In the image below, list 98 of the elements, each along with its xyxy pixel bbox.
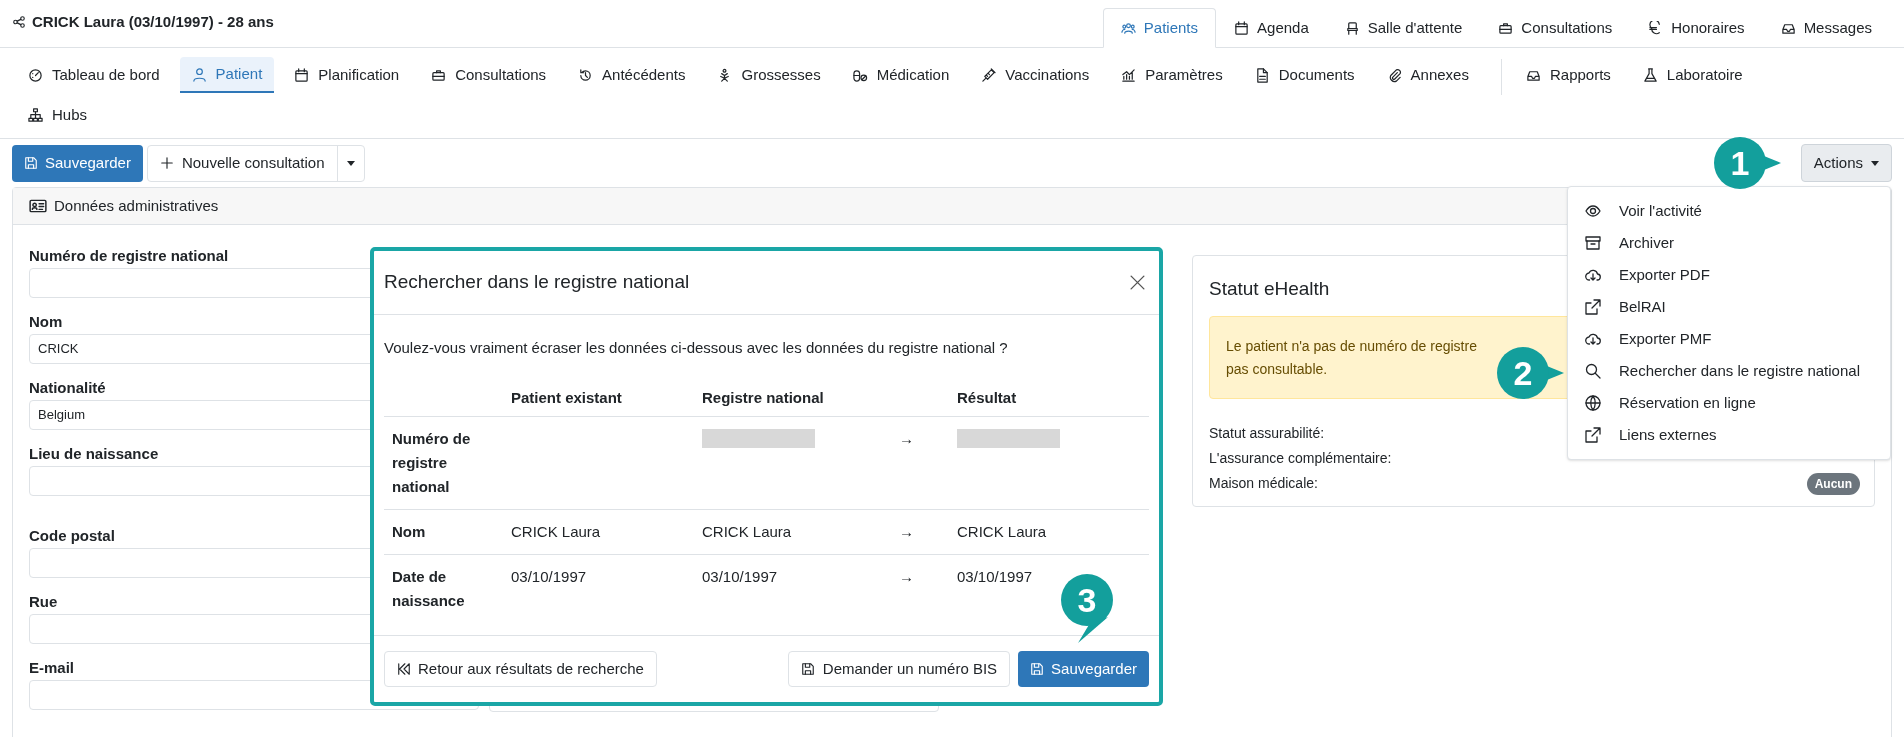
arrow-glyph: →: [899, 429, 914, 447]
card-title: Données administratives: [54, 195, 219, 216]
menu-item[interactable]: BelRAI: [1568, 291, 1890, 323]
save-button[interactable]: Sauvegarder: [12, 144, 143, 182]
column-header: Registre national: [702, 388, 825, 409]
field-label: Nationalité: [29, 378, 106, 398]
menu-item[interactable]: Voir l'activité: [1568, 195, 1890, 227]
modal-title: Rechercher dans le registre national: [384, 270, 690, 295]
table-cell: CRICK Laura: [957, 522, 1047, 540]
id-card-icon: [29, 197, 47, 215]
field-label: Lieu de naissance: [29, 444, 159, 464]
status-label: Statut assurabilité:: [1209, 424, 1325, 443]
main-tab[interactable]: Salle d'attente: [1326, 8, 1481, 48]
main-tab[interactable]: Messages: [1762, 8, 1890, 48]
patient-tab[interactable]: Tableau de bord: [16, 57, 172, 93]
save-icon: [800, 662, 815, 676]
actions-button[interactable]: Actions: [1800, 144, 1892, 182]
table-cell: CRICK Laura: [511, 522, 601, 540]
eye-icon: [1585, 203, 1601, 219]
status-badge: Aucun: [1806, 472, 1860, 495]
patient-tab[interactable]: Vaccinations: [969, 57, 1102, 93]
alert-text: pas consultable.: [1226, 360, 1328, 379]
close-icon: [1128, 274, 1146, 291]
menu-item[interactable]: Archiver: [1568, 227, 1890, 259]
calendar-icon: [294, 67, 310, 83]
plus-icon: [159, 156, 174, 170]
field-label: E-mail: [29, 658, 74, 678]
main-tab[interactable]: Consultations: [1480, 8, 1631, 48]
cloud-download-icon: [1585, 267, 1601, 283]
patient-tab[interactable]: Paramètres: [1109, 57, 1235, 93]
row-label: Date de naissance: [391, 566, 466, 611]
flask-icon: [1642, 67, 1658, 83]
document-icon: [1254, 67, 1270, 83]
chart-icon: [1121, 67, 1137, 83]
calendar-icon: [1234, 20, 1250, 36]
briefcase-icon: [1498, 20, 1514, 36]
field-label: Numéro de registre national: [29, 246, 229, 266]
person-icon: [191, 66, 207, 82]
table-cell: 03/10/1997: [957, 567, 1033, 585]
field-label: Nom: [29, 312, 63, 332]
patient-tab[interactable]: Consultations: [419, 57, 559, 93]
syringe-icon: [981, 67, 997, 83]
save-icon: [24, 156, 38, 170]
briefcase-icon: [431, 67, 447, 83]
menu-item[interactable]: Exporter PDF: [1568, 259, 1890, 291]
status-label: L'assurance complémentaire:: [1209, 449, 1392, 468]
status-label: Maison médicale:: [1209, 474, 1318, 493]
field-label: Rue: [29, 592, 58, 612]
save-icon: [1030, 662, 1045, 676]
search-icon: [1585, 363, 1601, 379]
column-header: Résultat: [957, 388, 1018, 409]
patient-tab[interactable]: Grossesses: [705, 57, 833, 93]
external-link-icon: [1585, 299, 1601, 315]
row-label: Nom: [391, 521, 427, 542]
globe-icon: [1585, 395, 1601, 411]
patient-tab[interactable]: Documents: [1242, 57, 1367, 93]
patient-tab[interactable]: Hubs: [16, 97, 100, 133]
arrow-glyph: →: [899, 522, 914, 540]
external-link-icon: [1585, 427, 1601, 443]
menu-item[interactable]: Exporter PMF: [1568, 323, 1890, 355]
rewind-icon: [397, 662, 411, 676]
chair-icon: [1344, 20, 1360, 36]
hierarchy-icon: [28, 107, 43, 123]
table-cell: CRICK Laura: [702, 522, 792, 540]
caret-icon: [1871, 160, 1879, 166]
menu-item[interactable]: Liens externes: [1568, 419, 1890, 451]
back-button[interactable]: Retour aux résultats de recherche: [384, 651, 657, 687]
pill-icon: [852, 67, 868, 83]
caret-icon: [346, 160, 355, 166]
users-icon: [1120, 20, 1136, 36]
patient-tab[interactable]: Médication: [840, 57, 962, 93]
patient-tab[interactable]: Annexes: [1374, 57, 1481, 93]
column-header: Patient existant: [511, 388, 623, 409]
history-icon: [578, 67, 594, 83]
archive-icon: [1585, 235, 1601, 251]
patient-tab[interactable]: Laboratoire: [1630, 57, 1755, 93]
alert-text: Le patient n'a pas de numéro de registre: [1226, 337, 1477, 356]
row-label: Numéro de registre national: [391, 428, 472, 497]
modal-save-button[interactable]: Sauvegarder: [1018, 651, 1149, 687]
bis-button[interactable]: Demander un numéro BIS: [787, 651, 1011, 687]
patient-title: CRICK Laura (03/10/1997) - 28 ans: [32, 11, 274, 32]
share-icon: [12, 15, 26, 29]
menu-item[interactable]: Rechercher dans le registre national: [1568, 355, 1890, 387]
table-cell: 03/10/1997: [702, 567, 778, 585]
ehealth-title: Statut eHealth: [1209, 277, 1330, 301]
table-cell: 03/10/1997: [511, 567, 587, 585]
main-tab[interactable]: Agenda: [1216, 8, 1327, 48]
main-tab[interactable]: Patients: [1102, 8, 1217, 48]
patient-tab[interactable]: Rapports: [1513, 57, 1623, 93]
cloud-download-icon: [1585, 331, 1601, 347]
arrow-glyph: →: [899, 567, 914, 585]
field-label: Code postal: [29, 526, 115, 546]
gauge-icon: [28, 67, 43, 83]
patient-tab[interactable]: Antécédents: [566, 57, 698, 93]
menu-item[interactable]: Réservation en ligne: [1568, 387, 1890, 419]
patient-tab[interactable]: Planification: [282, 57, 412, 93]
main-tab[interactable]: Honoraires: [1630, 8, 1763, 48]
patient-tab[interactable]: Patient: [179, 57, 275, 93]
